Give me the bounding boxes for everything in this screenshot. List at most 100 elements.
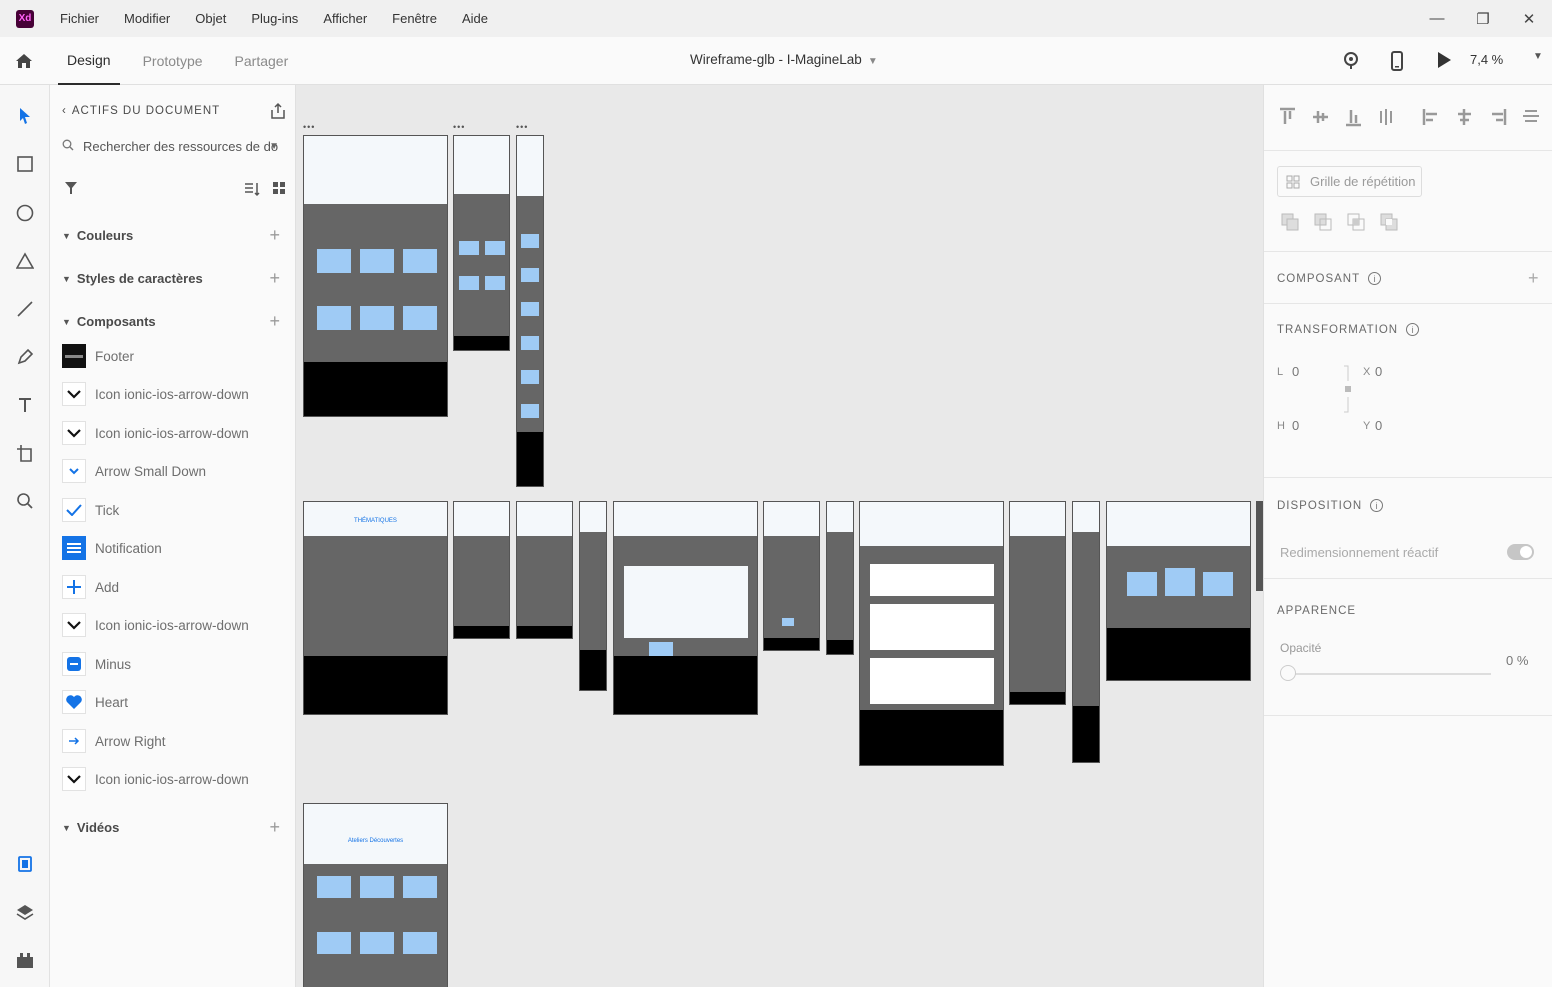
info-icon[interactable]: i [1406,323,1420,336]
menu-plugins[interactable]: Plug-ins [251,11,298,26]
opacity-slider-track[interactable] [1288,673,1491,675]
component-item[interactable]: Add [62,572,287,602]
ellipse-icon[interactable] [14,202,36,224]
chevron-down-icon[interactable]: ▼ [269,141,279,152]
select-icon[interactable] [14,105,36,127]
minimize-button[interactable]: — [1414,0,1460,37]
menu-modifier[interactable]: Modifier [124,11,170,26]
share-icon[interactable] [270,102,286,125]
plugins-icon[interactable] [14,949,36,971]
section-components[interactable]: ▼ Composants + [62,311,280,332]
width-field[interactable]: 0 [1292,364,1299,379]
add-component-state-icon[interactable]: + [1528,268,1539,289]
info-icon[interactable]: i [1368,272,1382,285]
artboard[interactable]: THÉMATIQUES [303,501,448,715]
responsive-resize-toggle[interactable] [1507,544,1534,560]
tab-prototype[interactable]: Prototype [134,37,212,85]
opacity-value[interactable]: 0 % [1506,653,1528,668]
menu-aide[interactable]: Aide [462,11,488,26]
document-title[interactable]: Wireframe-glb - I-MagineLab ▼ [690,52,878,67]
artboard[interactable] [1072,501,1100,763]
component-item[interactable]: Arrow Right [62,726,287,756]
align-right-icon[interactable] [1488,107,1507,127]
distribute-horizontal-icon[interactable] [1521,107,1540,127]
rectangle-icon[interactable] [14,153,36,175]
layers-icon[interactable] [14,901,36,923]
opacity-slider-handle[interactable] [1280,665,1296,681]
assets-search-input[interactable]: Rechercher des ressources de do ▼ [62,133,287,159]
x-field[interactable]: 0 [1375,364,1382,379]
artboard[interactable] [303,135,448,417]
align-left-icon[interactable] [1422,107,1441,127]
artboard-handle[interactable]: ••• [303,122,315,132]
artboard[interactable] [859,501,1004,766]
artboard[interactable] [579,501,607,691]
grid-view-icon[interactable] [272,181,286,202]
component-item[interactable]: Icon ionic-ios-arrow-down [62,418,287,448]
text-icon[interactable] [14,394,36,416]
chevron-down-icon[interactable]: ▼ [1533,51,1543,62]
add-video-icon[interactable]: + [269,817,280,838]
coediting-icon[interactable] [1341,51,1361,76]
close-button[interactable]: ✕ [1506,0,1552,37]
play-icon[interactable] [1436,51,1452,74]
align-middle-icon[interactable] [1311,107,1330,127]
tab-design[interactable]: Design [58,37,120,85]
artboard[interactable] [1106,501,1251,681]
artboard[interactable] [1009,501,1066,705]
add-color-icon[interactable]: + [269,225,280,246]
align-top-icon[interactable] [1278,107,1297,127]
line-icon[interactable] [14,298,36,320]
component-item[interactable]: Icon ionic-ios-arrow-down [62,379,287,409]
boolean-exclude-icon[interactable] [1380,213,1398,231]
y-field[interactable]: 0 [1375,418,1382,433]
artboard-handle[interactable]: ••• [516,122,528,132]
document-assets-icon[interactable] [14,853,36,875]
component-item[interactable]: Icon ionic-ios-arrow-down [62,764,287,794]
artboard-handle[interactable]: ••• [453,122,465,132]
home-icon[interactable] [14,51,34,76]
menu-fenetre[interactable]: Fenêtre [392,11,437,26]
repeat-grid-button[interactable]: Grille de répétition [1277,166,1422,197]
align-bottom-icon[interactable] [1344,107,1363,127]
boolean-add-icon[interactable] [1281,213,1299,231]
list-view-icon[interactable] [244,181,260,202]
lock-proportions-icon[interactable] [1344,365,1352,418]
add-char-style-icon[interactable]: + [269,268,280,289]
component-item[interactable]: Tick [62,495,287,525]
mobile-preview-icon[interactable] [1390,51,1404,76]
artboard[interactable] [1256,501,1263,591]
info-icon[interactable]: i [1370,499,1384,512]
artboard[interactable] [516,135,544,487]
menu-objet[interactable]: Objet [195,11,226,26]
zoom-level[interactable]: 7,4 % [1470,52,1503,67]
component-item[interactable]: Arrow Small Down [62,456,287,486]
zoom-icon[interactable] [14,490,36,512]
assets-header[interactable]: ‹ ACTIFS DU DOCUMENT [62,105,220,117]
component-item[interactable]: Minus [62,649,287,679]
component-item[interactable]: Heart [62,687,287,717]
design-canvas[interactable]: ••• ••• ••• THÉMATIQUES Ateliers Découve… [297,85,1263,987]
artboard[interactable] [516,501,573,639]
boolean-intersect-icon[interactable] [1347,213,1365,231]
add-component-icon[interactable]: + [269,311,280,332]
distribute-vertical-icon[interactable] [1377,107,1396,127]
artboard[interactable] [826,501,854,655]
artboard[interactable] [763,501,820,651]
component-item[interactable]: Footer [62,341,287,371]
align-center-icon[interactable] [1455,107,1474,127]
section-colors[interactable]: ▼ Couleurs + [62,225,280,246]
artboard[interactable]: Ateliers Découvertes [303,803,448,987]
section-char-styles[interactable]: ▼ Styles de caractères + [62,268,280,289]
artboard-icon[interactable] [14,442,36,464]
restore-button[interactable]: ❐ [1460,0,1506,37]
boolean-subtract-icon[interactable] [1314,213,1332,231]
menu-afficher[interactable]: Afficher [323,11,367,26]
section-videos[interactable]: ▼ Vidéos + [62,817,280,838]
tab-partager[interactable]: Partager [226,37,298,85]
component-item[interactable]: Icon ionic-ios-arrow-down [62,610,287,640]
pen-icon[interactable] [14,346,36,368]
polygon-icon[interactable] [14,250,36,272]
menu-fichier[interactable]: Fichier [60,11,99,26]
height-field[interactable]: 0 [1292,418,1299,433]
